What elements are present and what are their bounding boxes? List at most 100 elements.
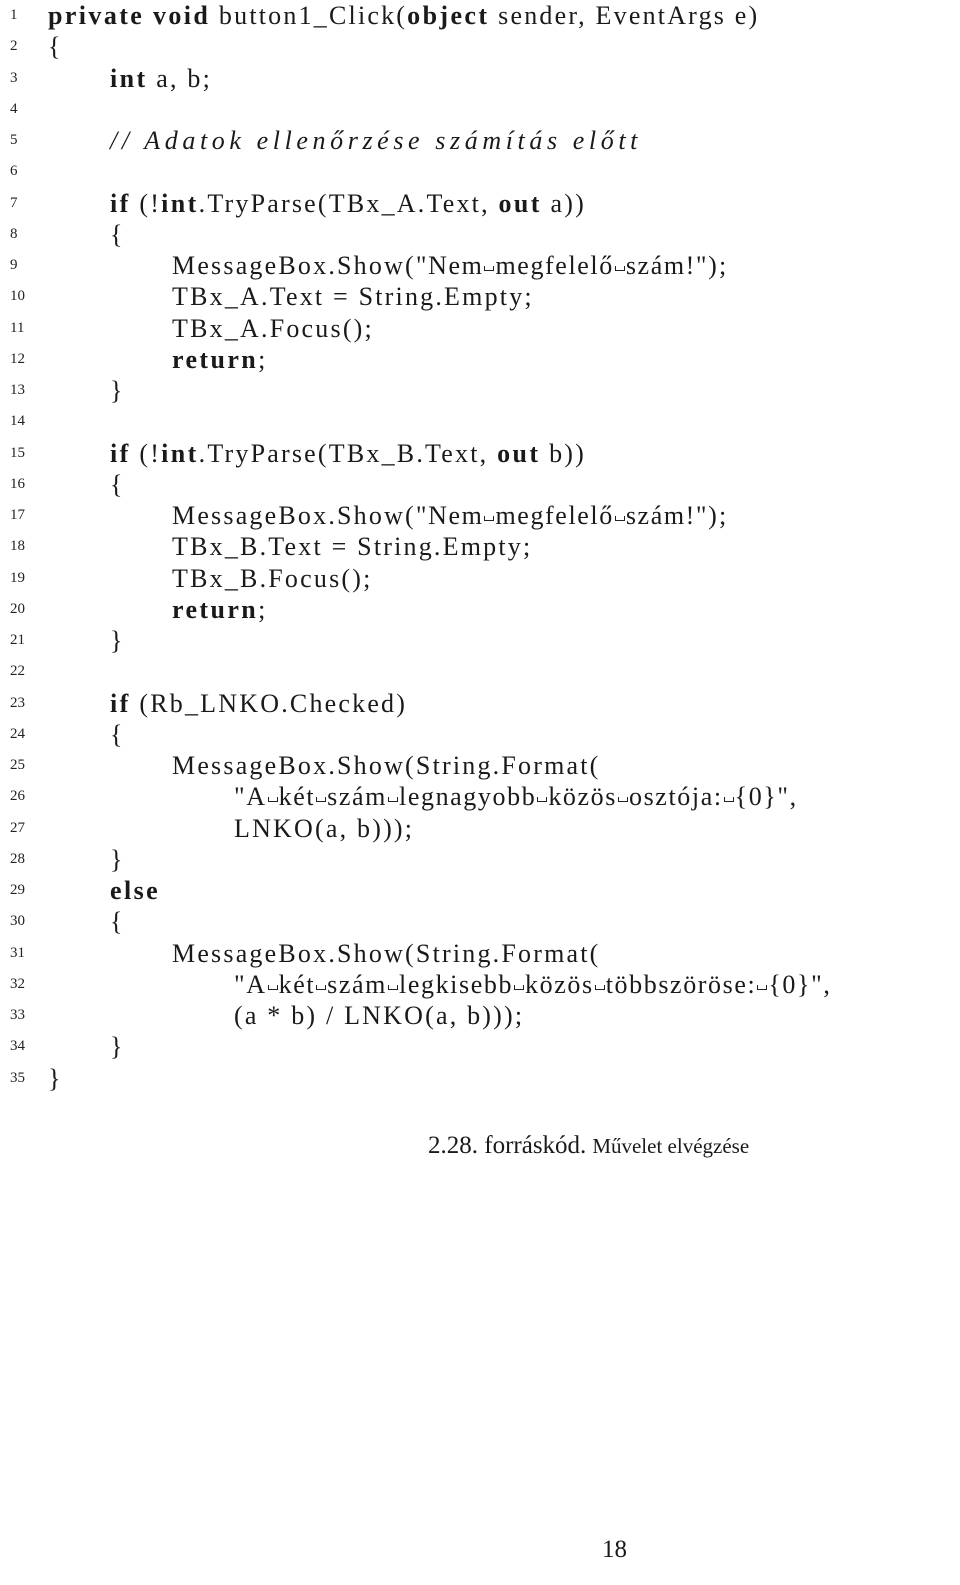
keyword: int xyxy=(161,438,199,468)
code-text: } xyxy=(110,625,125,656)
code-token: LNKO(a, b))); xyxy=(234,813,415,843)
code-text: // Adatok ellenőrzése számítás előtt xyxy=(110,125,642,156)
keyword: if xyxy=(110,188,131,218)
keyword: object xyxy=(407,1,490,30)
code-text: TBx_B.Focus(); xyxy=(172,563,373,594)
line-number: 11 xyxy=(10,319,25,336)
line-number: 30 xyxy=(10,913,25,930)
code-text: else xyxy=(110,875,160,906)
code-text: { xyxy=(110,719,125,750)
line-number: 4 xyxy=(10,100,18,117)
code-text: LNKO(a, b))); xyxy=(234,813,414,844)
line-number: 20 xyxy=(10,600,25,617)
line-number: 32 xyxy=(10,975,25,992)
code-token: } xyxy=(110,376,125,405)
caption-title: Művelet elvégzése xyxy=(592,1134,750,1158)
code-token: MessageBox.Show(String.Format( xyxy=(172,751,601,780)
line-number: 15 xyxy=(10,444,25,461)
line-number: 27 xyxy=(10,819,25,836)
code-token: } xyxy=(110,626,125,655)
string-literal: "Nem megfelelő szám!" xyxy=(415,251,709,280)
code-text: (a * b) / LNKO(a, b))); xyxy=(234,1000,524,1031)
keyword: int xyxy=(110,63,148,93)
line-number: 28 xyxy=(10,850,25,867)
keyword: return xyxy=(172,344,259,374)
code-token: (! xyxy=(130,438,162,468)
code-text: if (!int.TryParse(TBx_A.Text, out a)) xyxy=(110,188,586,219)
code-token: TBx_B.Focus(); xyxy=(172,563,373,593)
code-token: b)) xyxy=(540,438,587,468)
code-token: .TryParse(TBx_B.Text, xyxy=(198,438,498,468)
code-token: (Rb_LNKO.Checked) xyxy=(130,688,408,718)
code-text: MessageBox.Show(String.Format( xyxy=(172,750,601,781)
code-text: MessageBox.Show("Nem megfelelő szám!"); xyxy=(172,250,728,281)
line-number: 5 xyxy=(10,132,18,148)
code-token: } xyxy=(110,1032,125,1062)
code-token: MessageBox.Show( xyxy=(172,501,416,530)
code-token: , xyxy=(789,782,799,812)
line-number: 1 xyxy=(10,7,18,23)
keyword: else xyxy=(110,876,161,905)
line-number: 22 xyxy=(10,663,25,680)
code-token: { xyxy=(110,219,125,249)
line-number: 3 xyxy=(10,69,18,86)
line-number: 17 xyxy=(10,507,25,523)
code-token: (! xyxy=(130,188,162,218)
code-token: .TryParse(TBx_A.Text, xyxy=(198,188,499,218)
line-number: 14 xyxy=(10,413,25,430)
line-number: 6 xyxy=(10,163,18,180)
code-token: a)) xyxy=(541,188,586,218)
line-number: 7 xyxy=(10,194,18,211)
listing-caption: 2.28. forráskód. Művelet elvégzése xyxy=(428,1132,749,1160)
keyword: out xyxy=(497,438,541,468)
code-text: { xyxy=(110,219,125,250)
code-token: a, b; xyxy=(147,63,213,93)
code-text: { xyxy=(48,31,63,62)
code-token: } xyxy=(48,1063,63,1093)
line-number: 8 xyxy=(10,225,18,242)
line-number: 16 xyxy=(10,475,25,492)
keyword: out xyxy=(498,188,542,218)
code-text: if (!int.TryParse(TBx_B.Text, out b)) xyxy=(110,438,586,469)
code-text: { xyxy=(110,906,125,937)
keyword: private xyxy=(48,1,145,30)
code-text: MessageBox.Show("Nem megfelelő szám!"); xyxy=(172,500,728,531)
line-number: 29 xyxy=(10,882,25,898)
code-token: ; xyxy=(258,594,268,624)
code-token: ); xyxy=(708,251,729,280)
code-text: return; xyxy=(172,594,268,625)
line-number: 12 xyxy=(10,350,25,367)
code-text: } xyxy=(110,844,125,875)
code-token: { xyxy=(48,32,63,62)
string-literal: "A két szám legkisebb közös többszöröse: {0}" xyxy=(234,969,824,999)
code-text: } xyxy=(110,375,125,406)
line-number: 33 xyxy=(10,1007,25,1023)
code-text: "A két szám legnagyobb közös osztója: {0}", xyxy=(234,781,798,812)
code-text: "A két szám legkisebb közös többszöröse: {0}", xyxy=(234,969,832,1000)
code-token: MessageBox.Show(String.Format( xyxy=(172,938,601,968)
code-text: TBx_B.Text = String.Empty; xyxy=(172,531,532,562)
code-token: { xyxy=(110,907,125,937)
keyword: return xyxy=(172,594,259,624)
code-token: ; xyxy=(258,344,268,374)
string-literal: "Nem megfelelő szám!" xyxy=(415,501,709,530)
code-text: return; xyxy=(172,344,268,375)
line-number: 31 xyxy=(10,944,25,961)
code-token: (a * b) / LNKO(a, b))); xyxy=(234,1001,525,1030)
line-number: 2 xyxy=(10,38,18,55)
line-number: 24 xyxy=(10,725,25,742)
code-token: MessageBox.Show( xyxy=(172,251,416,280)
line-number: 23 xyxy=(10,694,25,711)
code-text: } xyxy=(48,1063,63,1094)
code-token: { xyxy=(110,469,125,499)
code-text: TBx_A.Focus(); xyxy=(172,313,374,344)
keyword: void xyxy=(152,1,211,30)
line-number: 19 xyxy=(10,569,25,586)
line-number: 34 xyxy=(10,1038,25,1055)
code-text: TBx_A.Text = String.Empty; xyxy=(172,281,534,312)
line-number: 18 xyxy=(10,538,25,555)
line-number: 13 xyxy=(10,382,25,398)
page-number: 18 xyxy=(602,1536,627,1563)
code-token: button1_Click( xyxy=(210,1,408,30)
